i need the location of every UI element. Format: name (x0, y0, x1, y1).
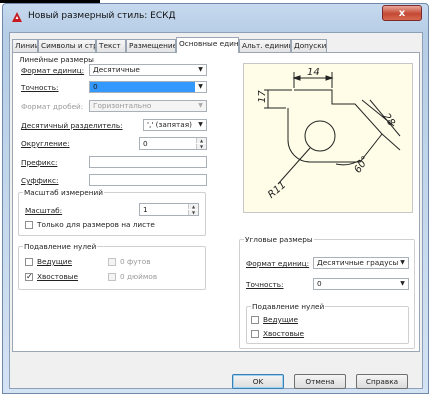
trailing-zero-label: Хвостовые (37, 272, 79, 281)
leading-zero-checkbox[interactable] (25, 258, 33, 266)
zero-feet-label: 0 футов (120, 257, 151, 266)
unit-format-value: Десятичные (93, 65, 140, 74)
tab-tolerances[interactable]: Допуски (291, 39, 327, 52)
angular-group-title: Угловые размеры (244, 235, 314, 244)
scale-factor-value: 1 (143, 205, 148, 214)
angular-leading-label: Ведущие (263, 315, 298, 324)
prefix-label: Префикс: (21, 158, 58, 167)
chevron-down-icon: ▼ (400, 259, 405, 266)
scale-factor-spinner[interactable]: 1 ▲ ▼ (139, 203, 199, 216)
decimal-separator-value: ',' (запятая) (147, 120, 192, 129)
chevron-down-icon: ▼ (195, 82, 206, 92)
window-title: Новый размерный стиль: ЕСКД (28, 11, 176, 21)
preview-dim-17: 17 (257, 90, 268, 103)
unit-format-label: Формат единиц: (21, 66, 85, 75)
preview-drawing: 14 17 28 60° R11 (257, 67, 401, 201)
dialog-client: Линии Символы и стрелки Текст Размещение… (9, 32, 423, 389)
angular-precision-dropdown[interactable]: 0 ▼ (313, 278, 409, 290)
dialog-window: Новый размерный стиль: ЕСКД x Линии Симв… (2, 3, 429, 394)
suffix-input[interactable] (89, 174, 207, 186)
angular-format-label: Формат единиц: (246, 259, 310, 268)
spin-down-icon[interactable]: ▼ (196, 144, 206, 149)
tab-fit[interactable]: Размещение (126, 39, 176, 52)
preview-dim-28: 28 (380, 112, 396, 129)
angular-precision-value: 0 (317, 279, 322, 288)
angular-leading-checkbox[interactable] (251, 316, 259, 324)
fraction-format-dropdown[interactable]: Горизонтально ▼ (89, 100, 207, 112)
precision-label: Точность: (21, 83, 59, 92)
dimension-preview: 14 17 28 60° R11 (243, 63, 413, 213)
chevron-down-icon: ▼ (198, 66, 203, 73)
round-off-value: 0 (143, 139, 148, 148)
help-button[interactable]: Справка (356, 374, 408, 389)
scale-factor-label: Масштаб: (25, 206, 63, 215)
close-button[interactable]: x (382, 5, 422, 21)
layout-only-label: Только для размеров на листе (37, 220, 155, 229)
zero-inches-checkbox[interactable] (108, 273, 116, 281)
zero-inches-label: 0 дюймов (120, 272, 158, 281)
prefix-input[interactable] (89, 156, 207, 168)
preview-dim-r11: R11 (266, 180, 288, 201)
spin-up-icon[interactable]: ▲ (196, 138, 206, 143)
decimal-separator-label: Десятичный разделитель: (21, 121, 123, 130)
cancel-button[interactable]: Отмена (294, 374, 346, 389)
round-off-spinner[interactable]: 0 ▲ ▼ (139, 137, 207, 150)
layout-only-checkbox[interactable] (25, 221, 33, 229)
spin-down-icon[interactable]: ▼ (188, 210, 198, 215)
leading-zero-label: Ведущие (37, 257, 72, 266)
tab-symbols-arrows[interactable]: Символы и стрелки (38, 39, 96, 52)
angular-format-value: Десятичные градусы (317, 258, 399, 267)
preview-dim-14: 14 (307, 67, 320, 78)
angular-precision-label: Точность: (246, 280, 284, 289)
fraction-format-label: Формат дробей: (21, 102, 84, 111)
tab-lines[interactable]: Линии (12, 39, 38, 52)
preview-dim-60: 60° (352, 154, 371, 175)
title-bar[interactable]: Новый размерный стиль: ЕСКД x (3, 4, 428, 32)
ok-button[interactable]: OK (232, 374, 284, 389)
angular-zero-suppression-title: Подавление нулей (251, 302, 326, 311)
round-off-label: Округление: (21, 139, 70, 148)
precision-dropdown[interactable]: 0 ▼ (89, 81, 207, 93)
chevron-down-icon: ▼ (198, 102, 203, 109)
primary-units-panel: Линейные размеры Формат единиц: Десятичн… (12, 52, 420, 352)
suffix-label: Суффикс: (21, 176, 59, 185)
angular-format-dropdown[interactable]: Десятичные градусы ▼ (313, 257, 409, 269)
angular-trailing-label: Хвостовые (263, 329, 305, 338)
zero-suppression-group (18, 246, 206, 290)
zero-feet-checkbox[interactable] (108, 258, 116, 266)
linear-group-title: Линейные размеры (19, 55, 94, 64)
measurement-scale-title: Масштаб измерений (23, 188, 104, 197)
zero-suppression-title: Подавление нулей (23, 242, 98, 251)
unit-format-dropdown[interactable]: Десятичные ▼ (89, 64, 207, 76)
angular-zero-suppression-group (246, 306, 409, 344)
decimal-separator-dropdown[interactable]: ',' (запятая) ▼ (143, 119, 207, 131)
close-icon: x (398, 8, 406, 19)
tab-primary-units[interactable]: Основные единицы (176, 37, 239, 53)
angular-trailing-checkbox[interactable] (251, 330, 259, 338)
chevron-down-icon: ▼ (198, 121, 203, 128)
trailing-zero-checkbox[interactable]: ✓ (25, 273, 33, 281)
fraction-format-value: Горизонтально (93, 101, 152, 110)
tab-text[interactable]: Текст (96, 39, 126, 52)
tab-alternate-units[interactable]: Альт. единицы (239, 39, 291, 52)
precision-value: 0 (93, 82, 98, 91)
autocad-app-icon (12, 12, 22, 22)
spin-up-icon[interactable]: ▲ (188, 204, 198, 209)
checkmark-icon: ✓ (26, 272, 33, 281)
chevron-down-icon: ▼ (400, 280, 405, 287)
